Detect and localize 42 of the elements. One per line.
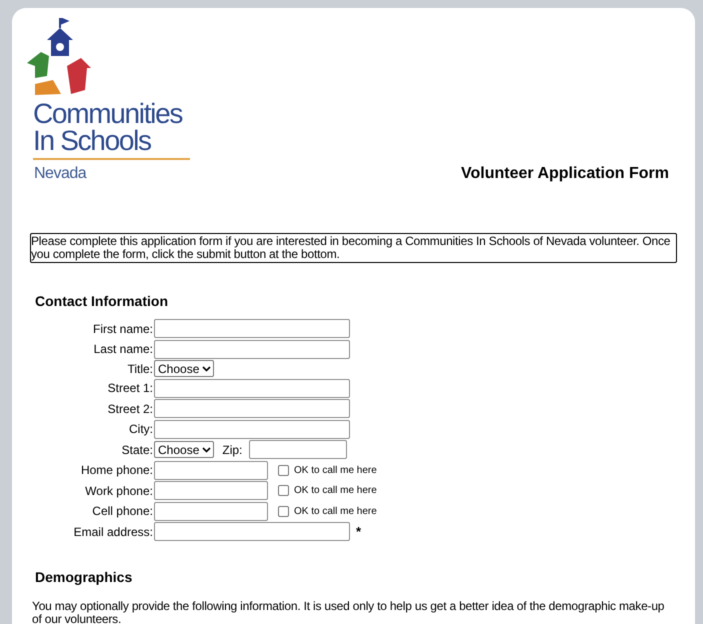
- text-field[interactable]: [154, 420, 350, 438]
- dropdown[interactable]: Choose: [154, 441, 214, 458]
- schoolhouse-logo-icon: [27, 18, 93, 96]
- text-field[interactable]: [154, 378, 350, 398]
- field-label: Last name:: [92, 342, 153, 356]
- logo-text: In Schools: [33, 127, 151, 154]
- checkbox[interactable]: [278, 485, 289, 496]
- field-label: Street 2:: [106, 402, 153, 416]
- chevron-down-icon: [202, 446, 212, 452]
- demographics-text: You may optionally provide the following information. It is used only to help us get a better idea of the demographic make-up of our volunteers.: [32, 600, 666, 624]
- section-heading: Demographics: [35, 569, 134, 585]
- field-label: First name:: [92, 322, 153, 336]
- field-label: City:: [128, 422, 153, 436]
- logo-text: Communities: [33, 100, 182, 127]
- field-label: Work phone:: [84, 484, 153, 498]
- zip-label: Zip:: [222, 442, 242, 456]
- chevron-down-icon: [202, 366, 212, 372]
- text-field[interactable]: [154, 340, 350, 358]
- field-label: Title:: [126, 362, 153, 376]
- logo-region-text: Nevada: [34, 165, 86, 183]
- field-label: State:: [120, 442, 153, 456]
- text-field[interactable]: [154, 399, 350, 418]
- section-heading: Contact Information: [35, 293, 169, 309]
- checkbox-label: OK to call me here: [294, 506, 377, 516]
- phone-field[interactable]: [154, 481, 268, 500]
- field-label: Home phone:: [80, 463, 153, 477]
- form-title: Volunteer Application Form: [460, 165, 669, 183]
- zip-field[interactable]: [249, 440, 348, 459]
- phone-field[interactable]: [154, 460, 268, 480]
- field-label: Cell phone:: [91, 504, 153, 518]
- dropdown[interactable]: Choose: [154, 360, 214, 377]
- text-field[interactable]: [154, 319, 350, 338]
- checkbox[interactable]: [278, 464, 289, 476]
- intro-text: Please complete this application form if you are interested in becoming a Communities In Schools of Nevada volunteer. Once you complete the form, click the submit button at the bottom.: [30, 233, 677, 263]
- phone-field[interactable]: [154, 502, 268, 520]
- email-field[interactable]: [154, 522, 350, 541]
- required-mark: *: [356, 524, 362, 539]
- field-label: Email address:: [72, 524, 153, 538]
- checkbox-label: OK to call me here: [294, 485, 377, 496]
- checkbox[interactable]: [278, 506, 289, 516]
- field-label: Street 1:: [106, 381, 153, 395]
- checkbox-label: OK to call me here: [294, 464, 377, 476]
